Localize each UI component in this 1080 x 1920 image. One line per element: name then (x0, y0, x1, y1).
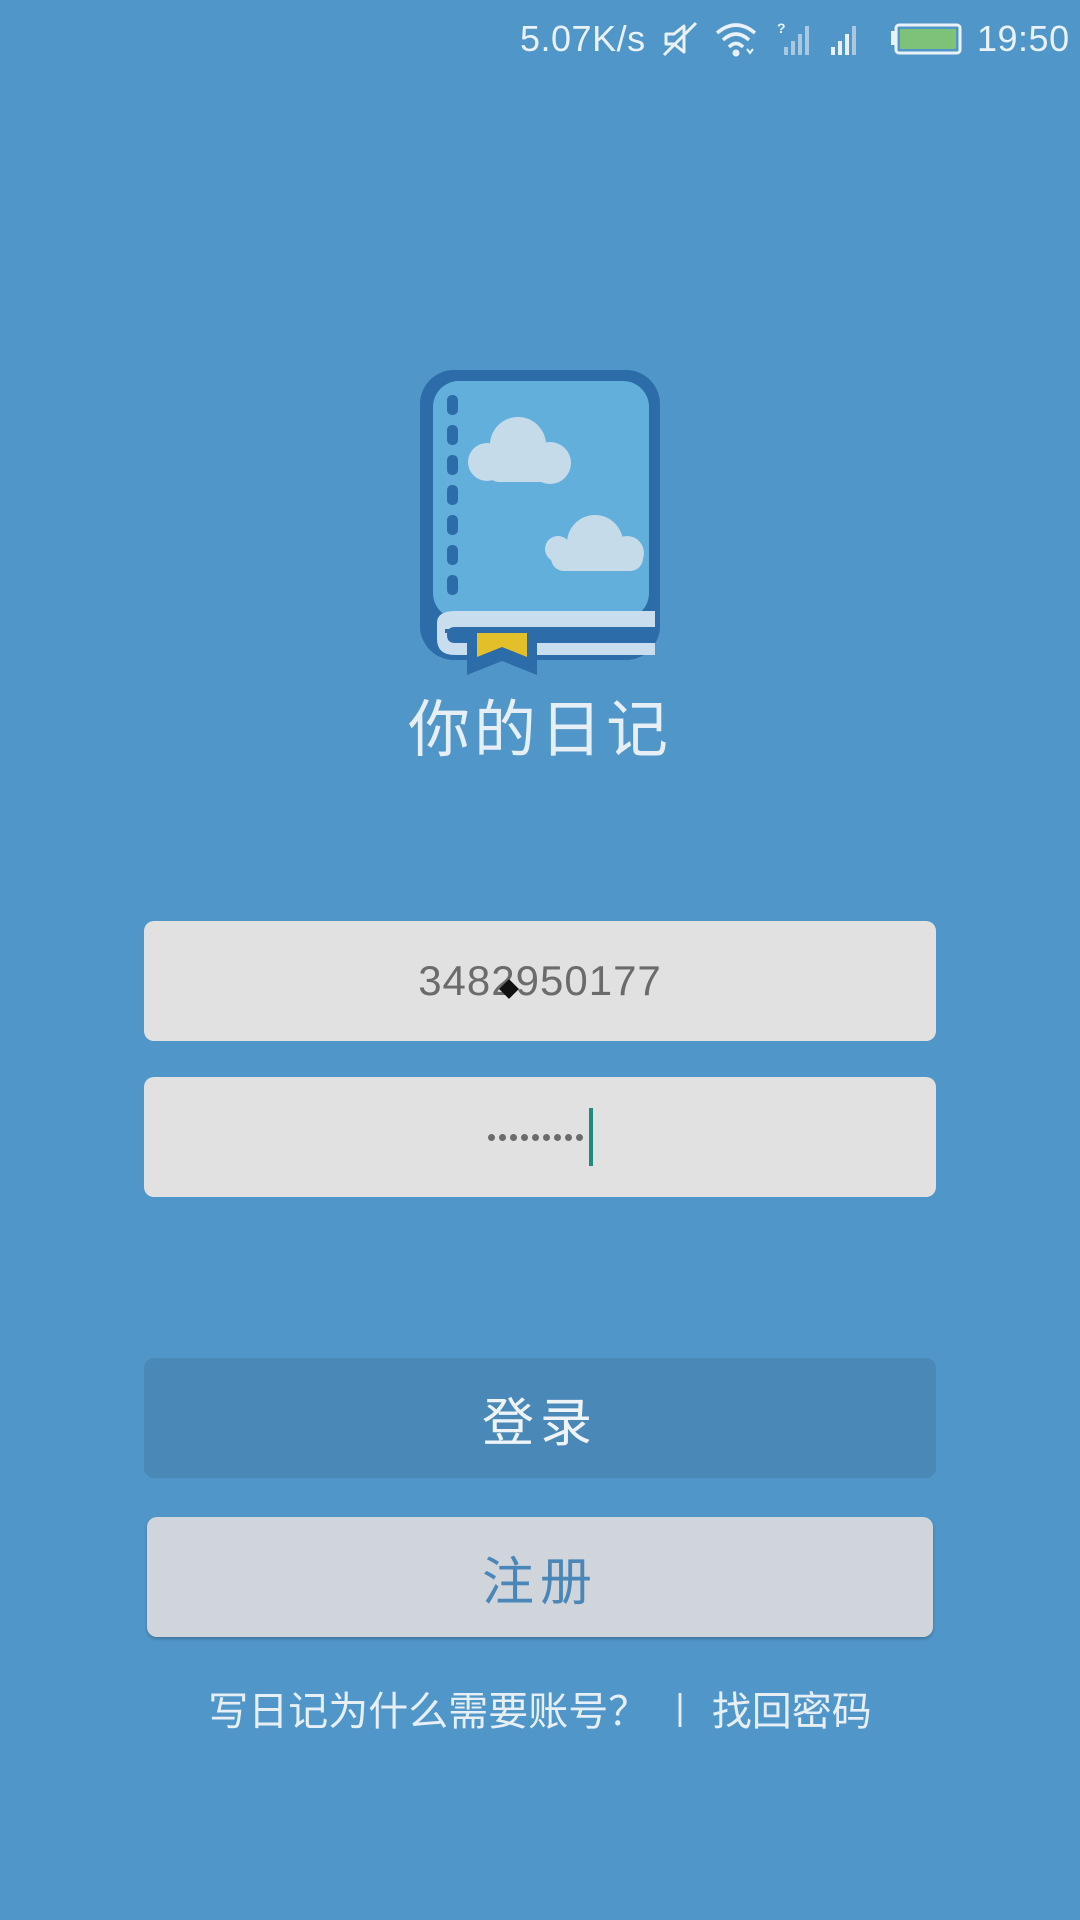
net-speed-text: 5.07K/s (520, 18, 646, 59)
password-mask-dot (575, 1133, 583, 1141)
password-mask-dot (487, 1133, 495, 1141)
password-mask-dot (520, 1133, 528, 1141)
password-mask-dot (553, 1133, 561, 1141)
clock: 19:50 (977, 0, 1070, 78)
text-caret (588, 1108, 593, 1166)
password-mask (487, 1133, 583, 1141)
register-button[interactable]: 注册 (147, 1517, 933, 1637)
forgot-password-link[interactable]: 找回密码 (712, 1679, 872, 1737)
no-sim-signal-icon: ? (776, 0, 812, 78)
password-field[interactable] (144, 1077, 936, 1197)
why-account-link[interactable]: 写日记为什么需要账号？ (208, 1679, 648, 1737)
password-mask-dot (498, 1133, 506, 1141)
status-bar: 5.07K/s ? 19:50 (0, 0, 1080, 78)
mute-icon (660, 0, 700, 78)
svg-text:?: ? (777, 20, 786, 36)
login-button[interactable]: 登录 (144, 1358, 936, 1478)
battery-icon (890, 0, 962, 78)
cell-signal-icon (828, 0, 864, 78)
app-title: 你的日记 (407, 693, 672, 766)
password-mask-dot (542, 1133, 550, 1141)
wifi-icon (714, 0, 758, 78)
clock-text: 19:50 (977, 18, 1070, 59)
username-value: 3482950177 (418, 957, 662, 1004)
password-mask-dot (531, 1133, 539, 1141)
net-speed: 5.07K/s (520, 0, 646, 78)
username-field[interactable]: 3482950177 (144, 921, 936, 1041)
password-mask-dot (564, 1133, 572, 1141)
bottom-links: 写日记为什么需要账号？ | 找回密码 (0, 1676, 1080, 1740)
link-separator: | (674, 1688, 686, 1728)
diary-book-icon (415, 365, 665, 680)
password-mask-dot (509, 1133, 517, 1141)
